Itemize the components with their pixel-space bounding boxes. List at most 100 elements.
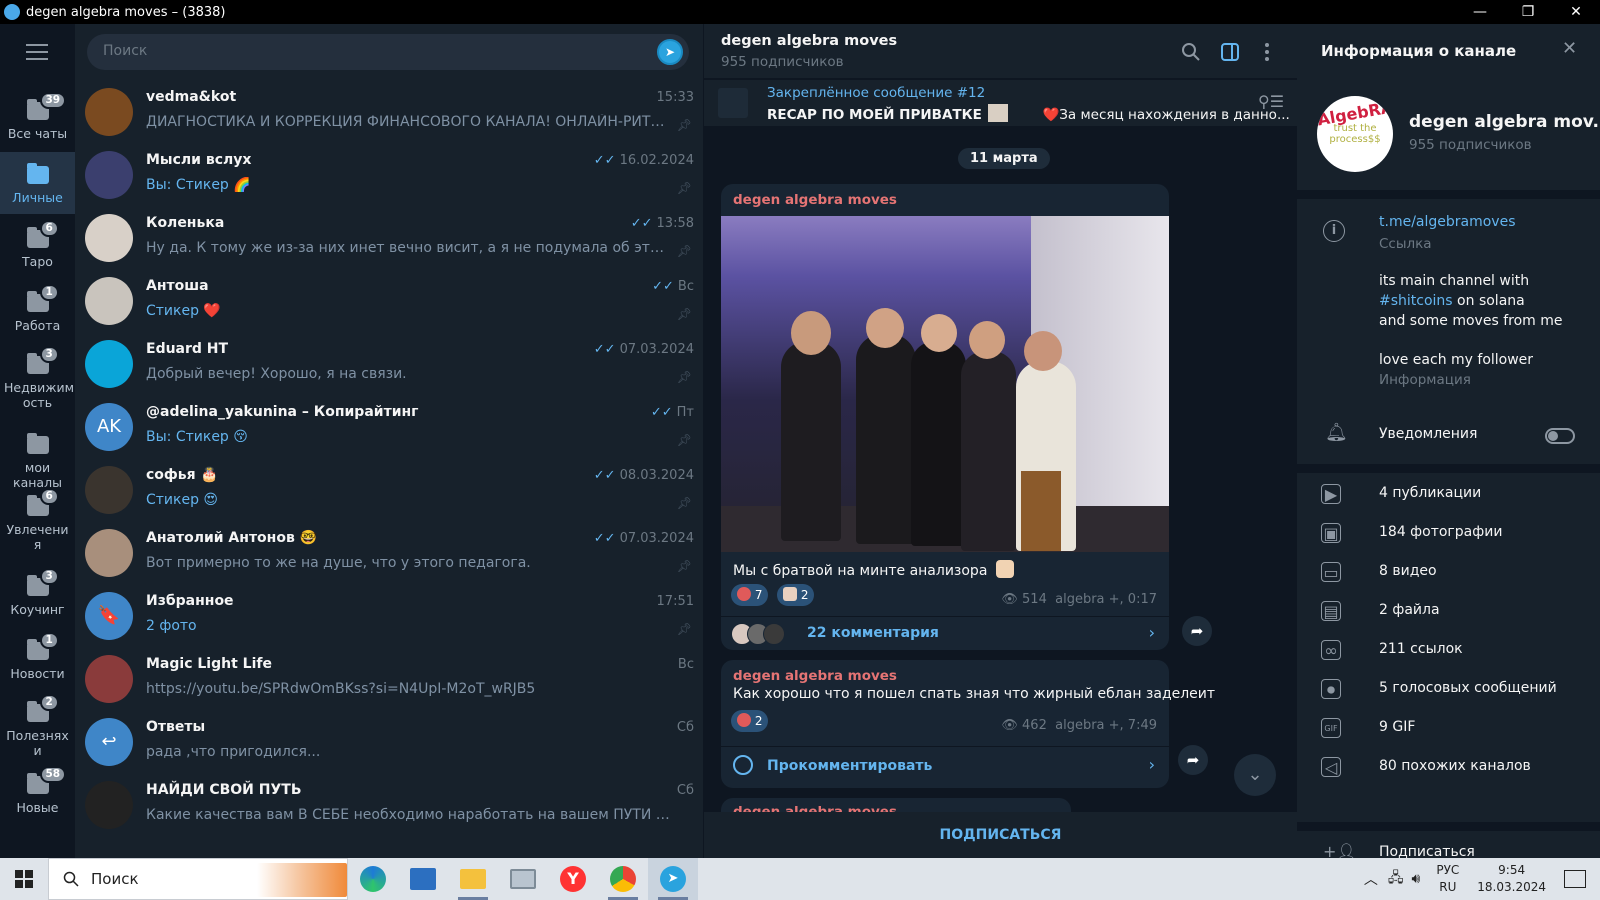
channel-avatar[interactable]: AlgebRA trust the process$$: [1317, 96, 1393, 172]
share-button[interactable]: ➦: [1182, 616, 1212, 646]
media-stat-row[interactable]: ▣ 184 фотографии: [1297, 515, 1600, 553]
network-icon[interactable]: 🖧︎: [1388, 867, 1404, 891]
folder-7[interactable]: 6 Увлечени я: [0, 484, 75, 560]
subscribe-button[interactable]: ПОДПИСАТЬСЯ: [940, 827, 1062, 843]
avatar[interactable]: [85, 781, 133, 829]
folder-9[interactable]: 1 Новости: [0, 628, 75, 690]
volume-icon[interactable]: 🔊︎: [1412, 871, 1421, 887]
media-stat-row[interactable]: ▶ 4 публикации: [1297, 476, 1600, 514]
media-stat-row[interactable]: ◁ 80 похожих каналов: [1297, 749, 1600, 787]
scroll-down-button[interactable]: ⌄: [1234, 754, 1276, 796]
channel-link[interactable]: t.me/algebramoves: [1379, 214, 1516, 230]
chat-row[interactable]: AK @adelina_yakunina – Копирайтинг ✓✓ Пт Вы:…: [75, 395, 703, 459]
show-hidden-icons-chevron-icon[interactable]: ︿: [1364, 869, 1378, 889]
edge-icon[interactable]: [348, 858, 398, 900]
media-stat-row[interactable]: ▭ 8 видео: [1297, 554, 1600, 592]
minimize-button[interactable]: —: [1456, 0, 1504, 24]
folder-5[interactable]: 3 Недвижим ость: [0, 342, 75, 418]
avatar[interactable]: 🔖: [85, 592, 133, 640]
share-button[interactable]: ➦: [1178, 745, 1208, 775]
subscribe-bar[interactable]: ПОДПИСАТЬСЯ: [704, 812, 1297, 858]
menu-hamburger-icon[interactable]: [26, 44, 48, 60]
avatar[interactable]: [85, 88, 133, 136]
chat-row[interactable]: Eduard HT ✓✓ 07.03.2024 Добрый вечер! Хорош…: [75, 332, 703, 396]
windows-start-icon[interactable]: [0, 858, 48, 900]
subscribe-info-button[interactable]: Подписаться: [1379, 844, 1475, 858]
message-photo[interactable]: [721, 216, 1169, 552]
folder-10[interactable]: 2 Полезнях и: [0, 690, 75, 766]
taskbar-search[interactable]: Поиск: [48, 858, 348, 900]
restore-button[interactable]: ❐: [1504, 0, 1552, 24]
chat-row[interactable]: 🔖 Избранное 17:51 2 фото 📌︎: [75, 584, 703, 648]
avatar[interactable]: [85, 340, 133, 388]
folder-8[interactable]: 3 Коучинг: [0, 564, 75, 626]
folder-2[interactable]: Личные: [0, 152, 75, 214]
avatar[interactable]: [85, 655, 133, 703]
chat-preview: рада ,что пригодился...: [146, 744, 671, 760]
reaction-sticker-button[interactable]: 2: [777, 584, 815, 606]
media-stat-row[interactable]: ▤ 2 файла: [1297, 593, 1600, 631]
comments-button[interactable]: 22 комментария ›: [721, 616, 1169, 650]
clock[interactable]: 9:54 18.03.2024: [1477, 862, 1546, 896]
search-icon[interactable]: [1181, 42, 1201, 62]
chat-row[interactable]: Коленька ✓✓ 13:58 Ну да. К тому же из-за ни…: [75, 206, 703, 270]
message-bubble[interactable]: degen algebra moves Мы с братвой на минт…: [721, 184, 1169, 650]
chat-row[interactable]: софья 🎂 ✓✓ 08.03.2024 Стикер 😍 📌︎: [75, 458, 703, 522]
chat-row[interactable]: ↩ Ответы Сб рада ,что пригодился...: [75, 710, 703, 774]
chat-header[interactable]: degen algebra moves 955 подписчиков: [704, 24, 1297, 79]
media-stat-row[interactable]: GIF 9 GIF: [1297, 710, 1600, 748]
photos-icon[interactable]: [498, 858, 548, 900]
chat-row[interactable]: Анатолий Антонов 🤓 ✓✓ 07.03.2024 Вот пример…: [75, 521, 703, 585]
avatar[interactable]: [85, 466, 133, 514]
pinned-list-icon[interactable]: ⚲☰: [1258, 92, 1284, 111]
message-author[interactable]: degen algebra moves: [733, 668, 897, 684]
search-input[interactable]: Поиск ➤: [87, 34, 689, 70]
reaction-heart-button[interactable]: 2: [731, 710, 769, 732]
avatar[interactable]: [85, 214, 133, 262]
chat-row[interactable]: vedma&kot 15:33 ДИАГНОСТИКА И КОРРЕКЦИЯ ФИ…: [75, 80, 703, 144]
unread-badge: 1: [39, 284, 59, 301]
notifications-toggle[interactable]: [1545, 428, 1575, 444]
telegram-logo-icon[interactable]: ➤: [657, 39, 683, 65]
unread-badge: 1: [39, 632, 59, 649]
message-bubble[interactable]: degen algebra moves Как хорошо что я пош…: [721, 660, 1215, 788]
folder-11[interactable]: 58 Новые: [0, 762, 75, 824]
file-explorer-icon[interactable]: [448, 858, 498, 900]
chat-row[interactable]: Мысли вслух ✓✓ 16.02.2024 Вы: Стикер 🌈 📌︎: [75, 143, 703, 207]
notifications-center-icon[interactable]: [1564, 870, 1586, 888]
close-window-button[interactable]: ✕: [1552, 0, 1600, 24]
folder-4[interactable]: 1 Работа: [0, 280, 75, 342]
message-meta: 👁 514 algebra +, 0:17: [1001, 592, 1157, 607]
avatar[interactable]: [85, 529, 133, 577]
pinned-message-bar[interactable]: Закреплённое сообщение #12 RECAP ПО МОЕЙ…: [704, 80, 1297, 126]
news-app-icon[interactable]: [398, 858, 448, 900]
views-eye-icon: 👁: [1001, 592, 1018, 607]
avatar[interactable]: [85, 151, 133, 199]
avatar[interactable]: [85, 277, 133, 325]
chat-time-text: Сб: [676, 720, 694, 735]
reaction-heart-button[interactable]: 7: [731, 584, 769, 606]
language-indicator[interactable]: РУС RU: [1436, 862, 1459, 896]
chrome-icon[interactable]: [598, 858, 648, 900]
telegram-taskbar-icon[interactable]: ➤: [648, 858, 698, 900]
pin-icon: 📌︎: [676, 433, 692, 447]
yandex-browser-icon[interactable]: Y: [548, 858, 598, 900]
chat-row[interactable]: Антоша ✓✓ Вс Стикер ❤️ 📌︎: [75, 269, 703, 333]
sidebar-toggle-icon[interactable]: [1220, 42, 1240, 62]
chat-row[interactable]: НАЙДИ СВОЙ ПУТЬ Сб Какие качества вам В СЕ…: [75, 773, 703, 837]
avatar[interactable]: AK: [85, 403, 133, 451]
chat-row[interactable]: Magic Light Life Вс https://youtu.be/SPRdw…: [75, 647, 703, 711]
chat-title[interactable]: degen algebra moves: [721, 33, 897, 49]
folder-3[interactable]: 6 Таро: [0, 216, 75, 278]
gif-icon: GIF: [1321, 718, 1341, 738]
chat-preview: Добрый вечер! Хорошо, я на связи.: [146, 366, 671, 382]
folder-1[interactable]: 39 Все чаты: [0, 88, 75, 150]
hashtag-link[interactable]: #shitcoins: [1379, 293, 1453, 309]
more-menu-icon[interactable]: [1263, 42, 1271, 62]
avatar[interactable]: ↩: [85, 718, 133, 766]
comment-button[interactable]: Прокомментировать ›: [721, 746, 1169, 786]
message-author[interactable]: degen algebra moves: [733, 192, 897, 208]
close-icon[interactable]: ✕: [1562, 38, 1577, 59]
media-stat-row[interactable]: ∞ 211 ссылок: [1297, 632, 1600, 670]
media-stat-row[interactable]: ⏺ 5 голосовых сообщений: [1297, 671, 1600, 709]
